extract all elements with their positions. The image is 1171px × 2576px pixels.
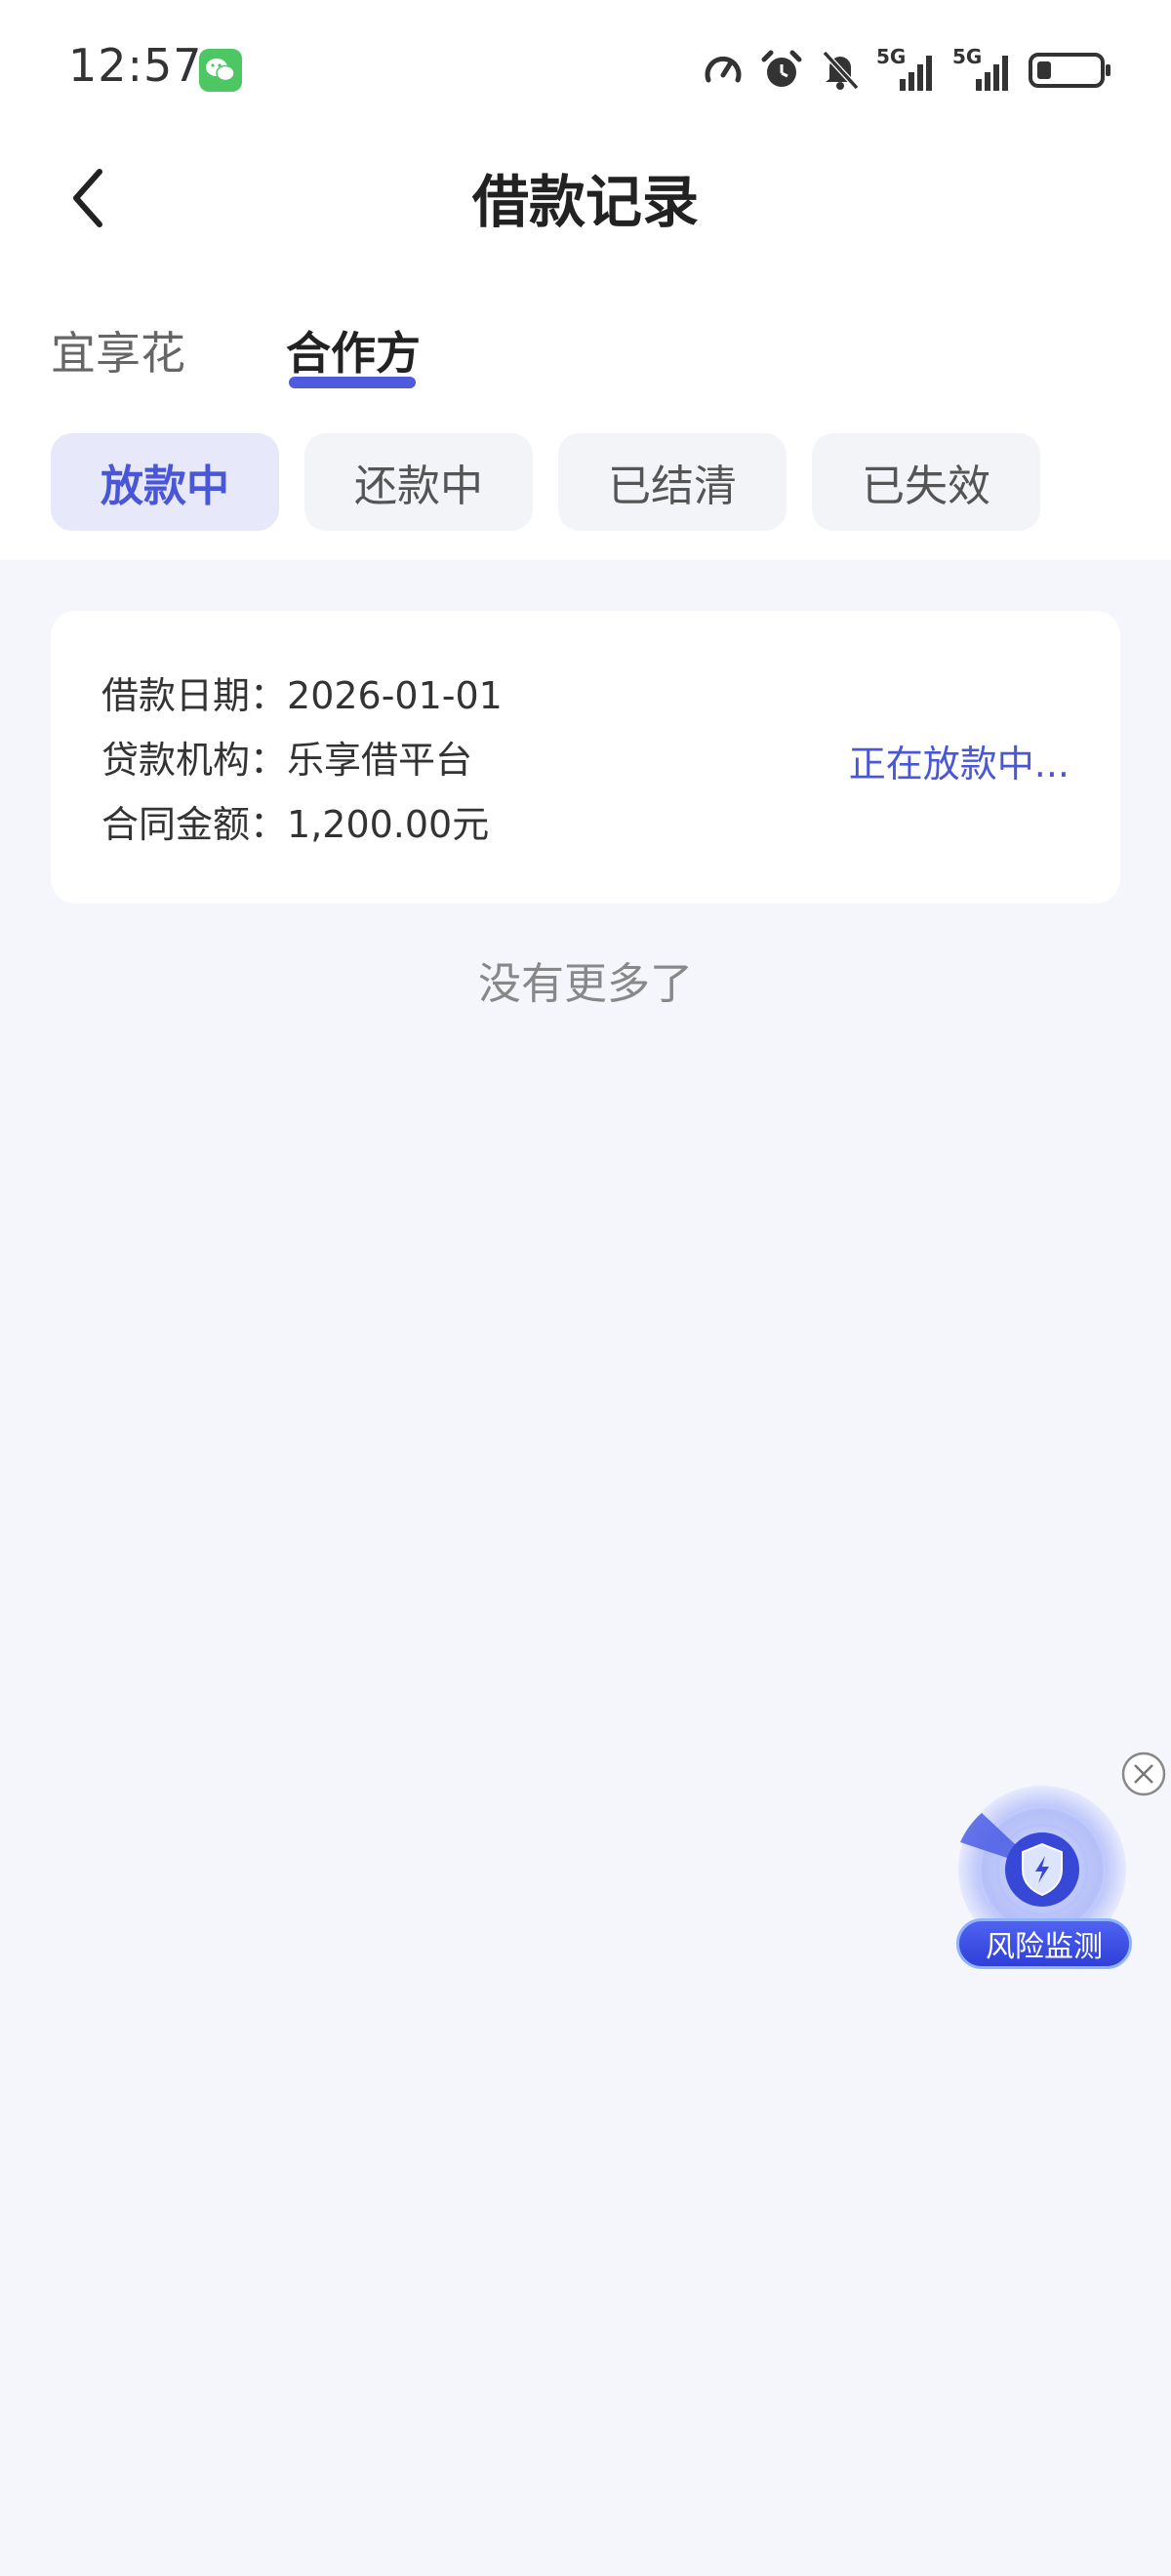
tab-yixianghua[interactable]: 宜享花: [51, 318, 185, 382]
alarm-icon: [759, 48, 804, 93]
lender-row: 贷款机构：乐享借平台: [101, 730, 472, 784]
status-time: 12:57: [68, 39, 203, 92]
filter-expired[interactable]: 已失效: [812, 433, 1040, 531]
active-tab-indicator: [289, 377, 416, 388]
loan-date-row: 借款日期：2026-01-01: [101, 665, 503, 719]
speed-icon: [701, 48, 746, 93]
loan-date-value: 2026-01-01: [287, 674, 503, 717]
network-label-1: 5G: [876, 46, 906, 68]
amount-value: 1,200.00元: [287, 803, 490, 846]
risk-monitor-label[interactable]: 风险监测: [956, 1918, 1132, 1969]
signal-5g-icon: 5G: [952, 46, 1015, 95]
signal-5g-icon: 5G: [876, 46, 939, 95]
list-end-text: 没有更多了: [478, 959, 693, 1009]
page-title: 借款记录: [471, 169, 699, 235]
loan-date-label: 借款日期：: [101, 674, 288, 717]
tab-partner[interactable]: 合作方: [286, 318, 421, 382]
loan-record-card[interactable]: 借款日期：2026-01-01 贷款机构：乐享借平台 合同金额：1,200.00…: [51, 611, 1120, 904]
shield-lightning-icon: [1022, 1842, 1063, 1897]
bell-off-icon: [818, 48, 863, 93]
amount-row: 合同金额：1,200.00元: [101, 794, 489, 848]
wechat-icon: [199, 49, 242, 92]
record-status: 正在放款中...: [848, 743, 1070, 785]
filter-repaying[interactable]: 还款中: [304, 433, 533, 531]
filter-settled[interactable]: 已结清: [558, 433, 787, 531]
lender-value: 乐享借平台: [287, 739, 473, 782]
amount-label: 合同金额：: [101, 803, 288, 846]
battery-icon: [1029, 49, 1112, 92]
filter-disbursing[interactable]: 放款中: [51, 433, 279, 531]
network-label-2: 5G: [952, 46, 982, 68]
status-bar: 12:57 5G 5G: [0, 0, 1171, 144]
lender-label: 贷款机构：: [101, 739, 288, 782]
